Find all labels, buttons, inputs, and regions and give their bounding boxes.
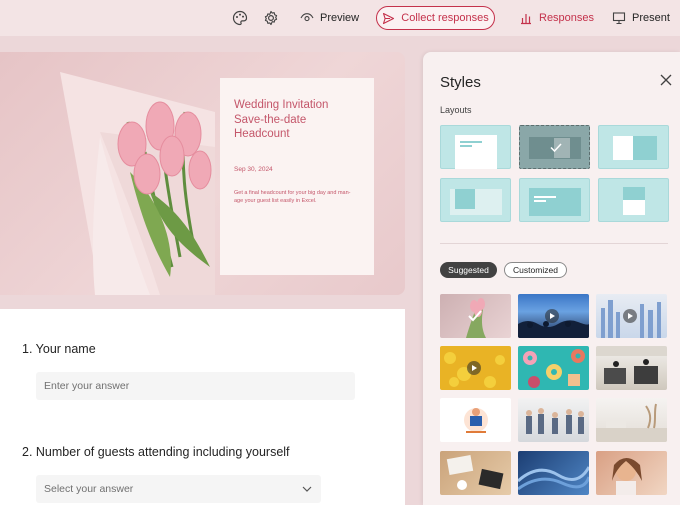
layout-option-5[interactable] bbox=[519, 178, 590, 222]
tab-suggested[interactable]: Suggested bbox=[440, 262, 497, 278]
guests-dropdown[interactable]: Select your answer bbox=[36, 475, 321, 503]
collect-responses-button[interactable]: Collect responses bbox=[376, 6, 495, 30]
play-icon bbox=[623, 309, 637, 323]
play-icon bbox=[545, 309, 559, 323]
invitation-card: Wedding Invitation Save-the-date Headcou… bbox=[220, 78, 374, 275]
form-description[interactable]: Get a final headcount for your big day a… bbox=[234, 189, 360, 205]
theme-thumbnail-concert[interactable] bbox=[518, 294, 589, 338]
theme-thumbnail-meeting[interactable] bbox=[518, 398, 589, 442]
play-icon bbox=[467, 361, 481, 375]
preview-label: Preview bbox=[320, 12, 360, 24]
theme-thumbnail-donuts[interactable] bbox=[518, 346, 589, 390]
layout-option-2[interactable] bbox=[519, 125, 590, 169]
form-header-image: Wedding Invitation Save-the-date Headcou… bbox=[0, 52, 405, 295]
theme-thumbnail-desk[interactable] bbox=[440, 451, 511, 495]
gear-icon[interactable] bbox=[262, 9, 280, 27]
theme-thumbnail-illustration[interactable] bbox=[440, 398, 511, 442]
tulip-bouquet-image bbox=[60, 72, 215, 295]
question-2-label: 2. Number of guests attending including … bbox=[22, 445, 290, 459]
preview-button[interactable]: Preview bbox=[300, 7, 359, 29]
bar-chart-icon bbox=[521, 14, 531, 25]
styles-divider bbox=[440, 243, 668, 244]
chevron-down-icon bbox=[302, 486, 312, 492]
top-toolbar: Preview Collect responses Responses Pres… bbox=[0, 0, 680, 36]
theme-thumbnail-yellow-dots[interactable] bbox=[440, 346, 511, 390]
layout-option-3[interactable] bbox=[598, 125, 669, 169]
send-icon bbox=[383, 12, 395, 24]
tab-customized[interactable]: Customized bbox=[504, 262, 567, 278]
theme-thumbnail-white-office[interactable] bbox=[596, 398, 667, 442]
theme-thumbnail-smiling-woman[interactable] bbox=[596, 451, 667, 495]
eye-icon bbox=[300, 13, 314, 22]
layouts-heading: Layouts bbox=[440, 105, 472, 115]
styles-panel: Styles Layouts Suggested Customized bbox=[423, 52, 680, 505]
form-date: Sep 30, 2024 bbox=[234, 165, 273, 173]
question-list: 1. Your name 2. Number of guests attendi… bbox=[0, 309, 405, 505]
close-icon[interactable] bbox=[659, 73, 673, 87]
theme-thumbnail-blue-waves[interactable] bbox=[518, 451, 589, 495]
theme-thumbnail-tulips[interactable] bbox=[440, 294, 511, 338]
present-label: Present bbox=[632, 12, 670, 24]
layout-option-6[interactable] bbox=[598, 178, 669, 222]
guests-dropdown-placeholder: Select your answer bbox=[44, 483, 134, 495]
present-button[interactable]: Present bbox=[612, 7, 670, 29]
theme-thumbnail-buildings[interactable] bbox=[596, 294, 667, 338]
theme-thumbnail-office[interactable] bbox=[596, 346, 667, 390]
name-input[interactable] bbox=[36, 372, 355, 400]
checkmark-icon bbox=[550, 143, 562, 153]
responses-label: Responses bbox=[539, 12, 595, 24]
styles-panel-title: Styles bbox=[440, 74, 481, 91]
layout-option-1[interactable] bbox=[440, 125, 511, 169]
responses-button[interactable]: Responses bbox=[519, 7, 594, 29]
collect-responses-label: Collect responses bbox=[401, 12, 489, 24]
monitor-icon bbox=[612, 12, 626, 25]
palette-icon[interactable] bbox=[231, 9, 249, 27]
form-title[interactable]: Wedding Invitation Save-the-date Headcou… bbox=[234, 98, 360, 142]
layout-option-4[interactable] bbox=[440, 178, 511, 222]
question-1-label: 1. Your name bbox=[22, 342, 96, 356]
